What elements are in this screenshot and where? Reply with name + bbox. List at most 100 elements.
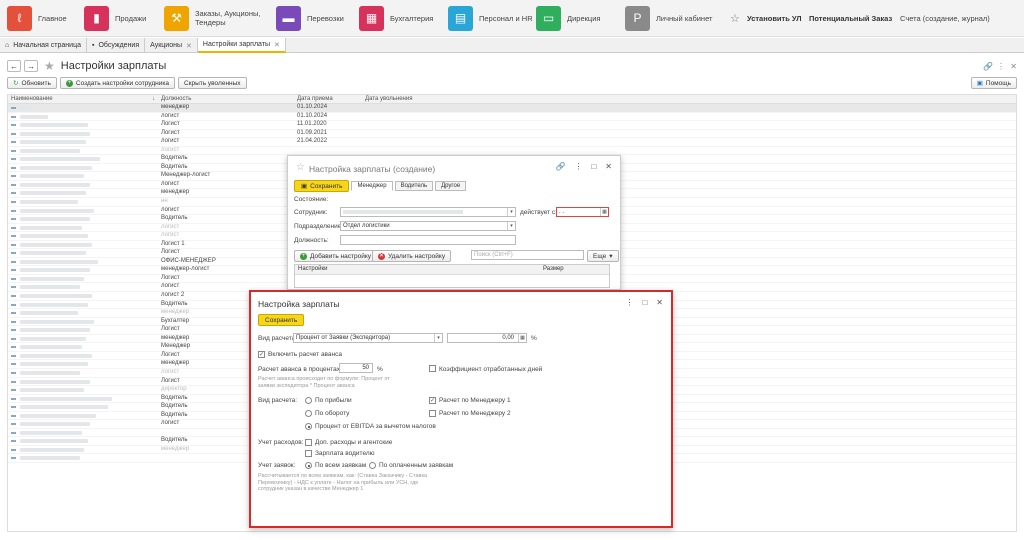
position-cell: логист <box>161 206 180 213</box>
driver-salary-checkbox[interactable] <box>305 450 312 457</box>
hide-dismissed-button[interactable]: Скрыть уволенных <box>177 77 247 89</box>
col-dismissal-date[interactable]: Дата увольнения <box>365 96 412 102</box>
search-input[interactable]: Поиск (Ctrl+F) <box>471 250 584 260</box>
save-button[interactable]: Сохранить <box>258 314 305 326</box>
calculator-icon[interactable]: ▦ <box>518 334 526 342</box>
col-name[interactable]: Наименование <box>11 96 53 102</box>
section-truck[interactable]: ▬ Перевозки <box>276 5 344 31</box>
tab-salary-settings[interactable]: Настройки зарплаты ✕ <box>197 38 286 53</box>
create-settings-button[interactable]: + Создать настройки сотрудника <box>59 77 175 89</box>
delete-icon: ✕ <box>378 252 385 260</box>
manager1-checkbox[interactable]: ✓ <box>429 397 436 404</box>
more-icon[interactable]: ⋮ <box>997 62 1005 71</box>
help-icon: ▣ <box>976 80 983 87</box>
save-button[interactable]: ▣ Сохранить <box>294 180 350 192</box>
tab-manager[interactable]: Менеджер <box>351 181 393 191</box>
chevron-down-icon[interactable]: ▾ <box>434 334 442 342</box>
advance-pct-field[interactable]: 50 <box>339 363 373 373</box>
tab-discussions[interactable]: ▪ Обсуждения <box>87 38 146 53</box>
table-row[interactable]: логист 21.04.2022 <box>8 138 1016 147</box>
more-icon[interactable]: ⋮ <box>574 162 582 171</box>
section-label: Дирекция <box>567 13 601 23</box>
by-profit-radio[interactable] <box>305 397 312 404</box>
state-label: Состояние: <box>294 196 329 203</box>
forward-button[interactable]: → <box>24 60 38 72</box>
row-marker-icon <box>11 107 16 109</box>
chevron-down-icon[interactable]: ▾ <box>507 208 515 216</box>
help-button[interactable]: ▣ Помощь <box>970 77 1017 89</box>
by-turnover-radio[interactable] <box>305 410 312 417</box>
position-field[interactable] <box>340 235 516 245</box>
install-ul-link[interactable]: Установить УЛ <box>747 0 802 37</box>
amount-field[interactable]: 0,00 ▦ <box>447 333 527 343</box>
manager2-checkbox[interactable] <box>429 410 436 417</box>
table-row[interactable]: Логист 01.09.2021 <box>8 130 1016 139</box>
calc-type-select[interactable]: Процент от Заявки (Экспедитора) ▾ <box>293 333 443 343</box>
valid-from-date-field[interactable]: . . ▦ <box>556 207 609 217</box>
table-row[interactable]: логист 01.10.2024 <box>8 113 1016 122</box>
position-cell: логист <box>161 283 180 290</box>
col-hire-date[interactable]: Дата приема <box>297 96 333 102</box>
col-position[interactable]: Должность <box>161 96 191 102</box>
expenses-label: Учет расходов: <box>258 439 304 446</box>
section-sales-chart[interactable]: ▮ Продажи <box>84 5 146 31</box>
sales-chart-icon: ▮ <box>84 5 109 31</box>
chevron-down-icon[interactable]: ▾ <box>507 222 515 230</box>
col-size[interactable]: Размер <box>543 266 564 272</box>
star-icon[interactable]: ☆ <box>296 162 305 173</box>
tab-driver[interactable]: Водитель <box>394 181 434 191</box>
invoices-link[interactable]: Счета (создание, журнал) <box>900 0 990 37</box>
maximize-icon[interactable]: □ <box>591 162 596 171</box>
add-setting-button[interactable]: + Добавить настройку <box>294 250 377 262</box>
table-row[interactable]: менеджер 01.10.2024 <box>8 104 1016 113</box>
potential-order-link[interactable]: Потенциальный Заказ <box>809 0 892 37</box>
department-field[interactable]: Отдел логистики ▾ <box>340 221 516 231</box>
link-icon[interactable]: 🔗 <box>983 62 993 71</box>
close-icon[interactable]: ✕ <box>605 162 612 171</box>
worked-days-checkbox[interactable] <box>429 365 436 372</box>
col-settings[interactable]: Настройки <box>298 266 327 272</box>
row-marker-icon <box>11 235 16 238</box>
table-row[interactable]: логист <box>8 147 1016 156</box>
row-marker-icon <box>11 354 16 357</box>
position-cell: Логист <box>161 129 180 136</box>
more-icon[interactable]: ⋮ <box>625 298 633 307</box>
more-button[interactable]: Еще ▾ <box>587 250 619 262</box>
include-advance-checkbox[interactable]: ✓ <box>258 351 265 358</box>
favorite-star-icon[interactable]: ★ <box>44 59 55 73</box>
page-toolbar: ↻ Обновить + Создать настройки сотрудника … <box>7 77 247 89</box>
section-calculator[interactable]: ▦ Бухгалтерия <box>359 5 433 31</box>
row-marker-icon <box>11 346 16 349</box>
link-icon[interactable]: 🔗 <box>555 162 565 171</box>
close-icon[interactable]: ✕ <box>1010 62 1017 71</box>
all-orders-radio[interactable] <box>305 462 312 469</box>
favorites-star-icon[interactable]: ☆ <box>730 0 740 37</box>
section-logo[interactable]: ℓ Главное <box>7 5 67 31</box>
refresh-button[interactable]: ↻ Обновить <box>7 77 57 89</box>
paid-orders-radio[interactable] <box>369 462 376 469</box>
tab-home[interactable]: ⌂ Начальная страница <box>0 38 87 53</box>
ebitda-radio[interactable] <box>305 423 312 430</box>
delete-setting-button[interactable]: ✕ Удалить настройку <box>372 250 452 262</box>
department-label: Подразделение: <box>294 223 344 230</box>
row-marker-icon <box>11 260 16 263</box>
close-icon[interactable]: ✕ <box>186 42 192 50</box>
back-button[interactable]: ← <box>7 60 21 72</box>
tab-other[interactable]: Другое <box>435 181 467 191</box>
employee-name-redacted <box>20 182 90 187</box>
employee-field[interactable]: ▾ <box>340 207 516 217</box>
section-gavel[interactable]: ⚒ Заказы, Аукционы, Тендеры <box>164 5 260 31</box>
maximize-icon[interactable]: □ <box>642 298 647 307</box>
extra-expenses-checkbox[interactable] <box>305 439 312 446</box>
calendar-icon[interactable]: ▦ <box>600 208 608 216</box>
employee-name-redacted <box>20 430 82 435</box>
section-id-card[interactable]: ▤ Персонал и HR <box>448 5 533 31</box>
close-icon[interactable]: ✕ <box>656 298 663 307</box>
section-briefcase[interactable]: ▭ Дирекция <box>536 5 600 31</box>
close-icon[interactable]: ✕ <box>274 41 280 49</box>
position-cell: менеджер <box>161 360 190 367</box>
row-marker-icon <box>11 389 16 392</box>
table-row[interactable]: Логист 11.01.2020 <box>8 121 1016 130</box>
tab-auctions[interactable]: Аукционы ✕ <box>145 38 198 53</box>
section-parking[interactable]: P Личный кабинет <box>625 5 712 31</box>
